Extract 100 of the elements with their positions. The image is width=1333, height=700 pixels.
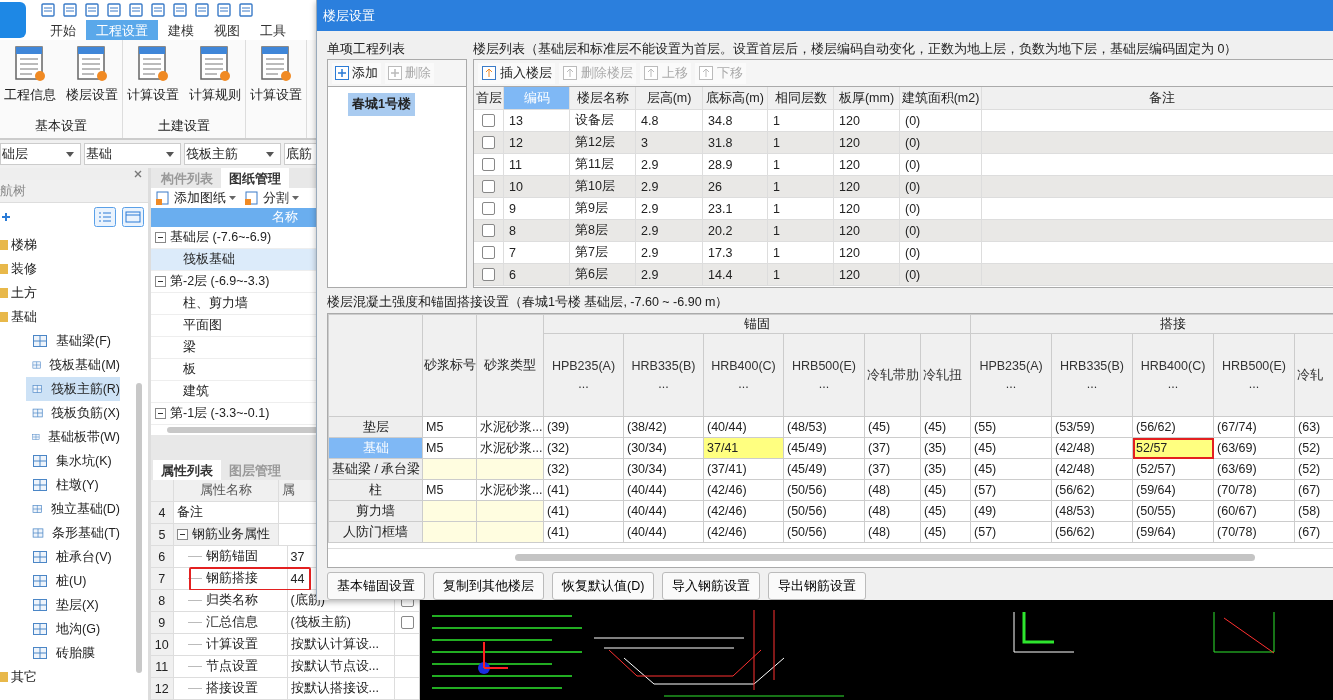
table-cell[interactable]: (32) (543, 458, 624, 480)
property-value[interactable]: 按默认计算设... (290, 636, 379, 653)
dialog-button[interactable]: 基本锚固设置 (327, 572, 425, 600)
table-cell[interactable]: (40/44) (623, 521, 704, 543)
column-header[interactable]: 建筑面积(m2) (900, 87, 982, 109)
table-cell[interactable]: (30/34) (623, 437, 704, 459)
checkbox[interactable] (482, 246, 495, 259)
table-cell[interactable]: (59/64) (1132, 521, 1214, 543)
component-item[interactable]: 桩(U) (26, 569, 120, 593)
table-cell[interactable]: (40/44) (623, 479, 704, 501)
table-cell[interactable]: (41) (543, 500, 624, 522)
tree-folder[interactable]: 基础 (11, 308, 37, 326)
tree-folder[interactable]: 其它 (11, 668, 37, 686)
table-cell[interactable]: (56/62) (1051, 479, 1133, 501)
table-cell[interactable]: (40/44) (623, 500, 704, 522)
table-cell[interactable]: (45) (864, 416, 921, 438)
checkbox[interactable] (482, 180, 495, 193)
table-cell[interactable]: (45) (920, 500, 971, 522)
table-cell[interactable]: (41) (543, 479, 624, 501)
component-item[interactable]: 砖胎膜 (26, 641, 120, 665)
toolbar-icon[interactable] (106, 2, 122, 18)
table-cell[interactable]: (48) (864, 479, 921, 501)
table-cell[interactable]: (37/41) (703, 458, 784, 480)
checkbox[interactable] (482, 114, 495, 127)
column-header[interactable]: HRB335(B) ... (1051, 333, 1133, 417)
table-cell[interactable]: (50/55) (1132, 500, 1214, 522)
column-header[interactable]: HRB500(E) ... (783, 333, 865, 417)
tree-node[interactable]: 第-1层 (-3.3~-0.1) (170, 404, 270, 422)
component-item[interactable]: 垫层(X) (26, 593, 120, 617)
toolbar-icon[interactable] (150, 2, 166, 18)
table-cell[interactable]: (35) (920, 437, 971, 459)
ribbon-tab[interactable]: 开始 (40, 20, 86, 40)
table-cell[interactable]: (41) (543, 521, 624, 543)
tree-folder[interactable]: 土方 (11, 284, 37, 302)
component-item[interactable]: 独立基础(D) (26, 497, 120, 521)
collapse-toggle[interactable] (155, 231, 166, 243)
column-header[interactable]: 板厚(mm) (834, 87, 900, 109)
column-header[interactable]: HRB400(C) ... (703, 333, 784, 417)
close-icon[interactable] (134, 170, 142, 178)
list-view-icon[interactable] (94, 207, 116, 227)
column-header[interactable]: 冷轧带肋 (864, 333, 921, 417)
ribbon-tab[interactable]: 工具 (250, 20, 296, 40)
scrollbar[interactable] (515, 554, 1255, 561)
checkbox[interactable] (482, 136, 495, 149)
dialog-button[interactable]: 恢复默认值(D) (552, 572, 655, 600)
toolbar-icon[interactable] (194, 2, 210, 18)
component-item[interactable]: 集水坑(K) (26, 449, 120, 473)
collapse-toggle[interactable] (155, 275, 166, 287)
checkbox[interactable] (482, 202, 495, 215)
table-cell[interactable]: (37) (864, 458, 921, 480)
toolbar-button[interactable]: 添加 (332, 62, 381, 84)
project-item[interactable]: 春城1号楼 (348, 93, 415, 116)
tree-node[interactable]: 第-2层 (-6.9~-3.3) (170, 272, 270, 290)
table-cell[interactable]: (40/44) (703, 416, 784, 438)
table-cell[interactable]: (48/53) (1051, 500, 1133, 522)
table-cell[interactable]: (45/49) (783, 437, 865, 459)
column-header[interactable]: 冷轧 (1294, 333, 1333, 417)
property-value[interactable]: 按默认搭接设... (290, 680, 379, 697)
add-icon[interactable] (2, 213, 10, 221)
dropdown[interactable]: 基础 (84, 143, 181, 165)
table-cell[interactable]: (45) (970, 458, 1052, 480)
table-cell[interactable]: (57) (970, 521, 1052, 543)
table-cell[interactable]: (50/56) (783, 479, 865, 501)
component-item[interactable]: 筏板基础(M) (26, 353, 120, 377)
table-cell[interactable]: (38/42) (623, 416, 704, 438)
column-header[interactable]: 相同层数 (768, 87, 834, 109)
component-item[interactable]: 筏板主筋(R) (26, 377, 120, 401)
app-logo-icon[interactable] (0, 2, 26, 38)
column-header[interactable]: HRB400(C) ... (1132, 333, 1214, 417)
column-header[interactable]: 层高(m) (636, 87, 703, 109)
table-cell[interactable]: (50/56) (783, 521, 865, 543)
checkbox[interactable] (482, 158, 495, 171)
ribbon-tab[interactable]: 建模 (158, 20, 204, 40)
ribbon-tab[interactable]: 视图 (204, 20, 250, 40)
toolbar-icon[interactable] (62, 2, 78, 18)
toolbar-icon[interactable] (172, 2, 188, 18)
table-cell[interactable]: (49) (970, 500, 1052, 522)
ribbon-button[interactable]: 计算规则 (187, 44, 243, 118)
table-cell[interactable]: (70/78) (1213, 479, 1295, 501)
component-item[interactable]: 筏板负筋(X) (26, 401, 120, 425)
table-cell[interactable]: (37) (864, 437, 921, 459)
table-cell[interactable]: (45) (920, 521, 971, 543)
table-cell[interactable]: (56/62) (1051, 521, 1133, 543)
column-header[interactable]: 底标高(m) (703, 87, 768, 109)
column-header[interactable]: 备注 (982, 87, 1333, 109)
tree-folder[interactable]: 楼梯 (11, 236, 37, 254)
table-cell[interactable]: (56/62) (1132, 416, 1214, 438)
table-cell[interactable]: (48) (864, 500, 921, 522)
table-cell[interactable]: (42/46) (703, 521, 784, 543)
toolbar-button[interactable]: 分割 (244, 189, 299, 207)
table-cell[interactable]: (55) (970, 416, 1052, 438)
table-cell[interactable]: (50/56) (783, 500, 865, 522)
dialog-button[interactable]: 复制到其他楼层 (433, 572, 544, 600)
collapse-toggle[interactable] (155, 407, 166, 419)
ribbon-button[interactable]: 楼层设置 (64, 44, 120, 118)
table-cell[interactable]: (42/46) (703, 500, 784, 522)
component-item[interactable]: 柱墩(Y) (26, 473, 120, 497)
component-item[interactable]: 桩承台(V) (26, 545, 120, 569)
table-cell[interactable]: (39) (543, 416, 624, 438)
component-item[interactable]: 条形基础(T) (26, 521, 120, 545)
